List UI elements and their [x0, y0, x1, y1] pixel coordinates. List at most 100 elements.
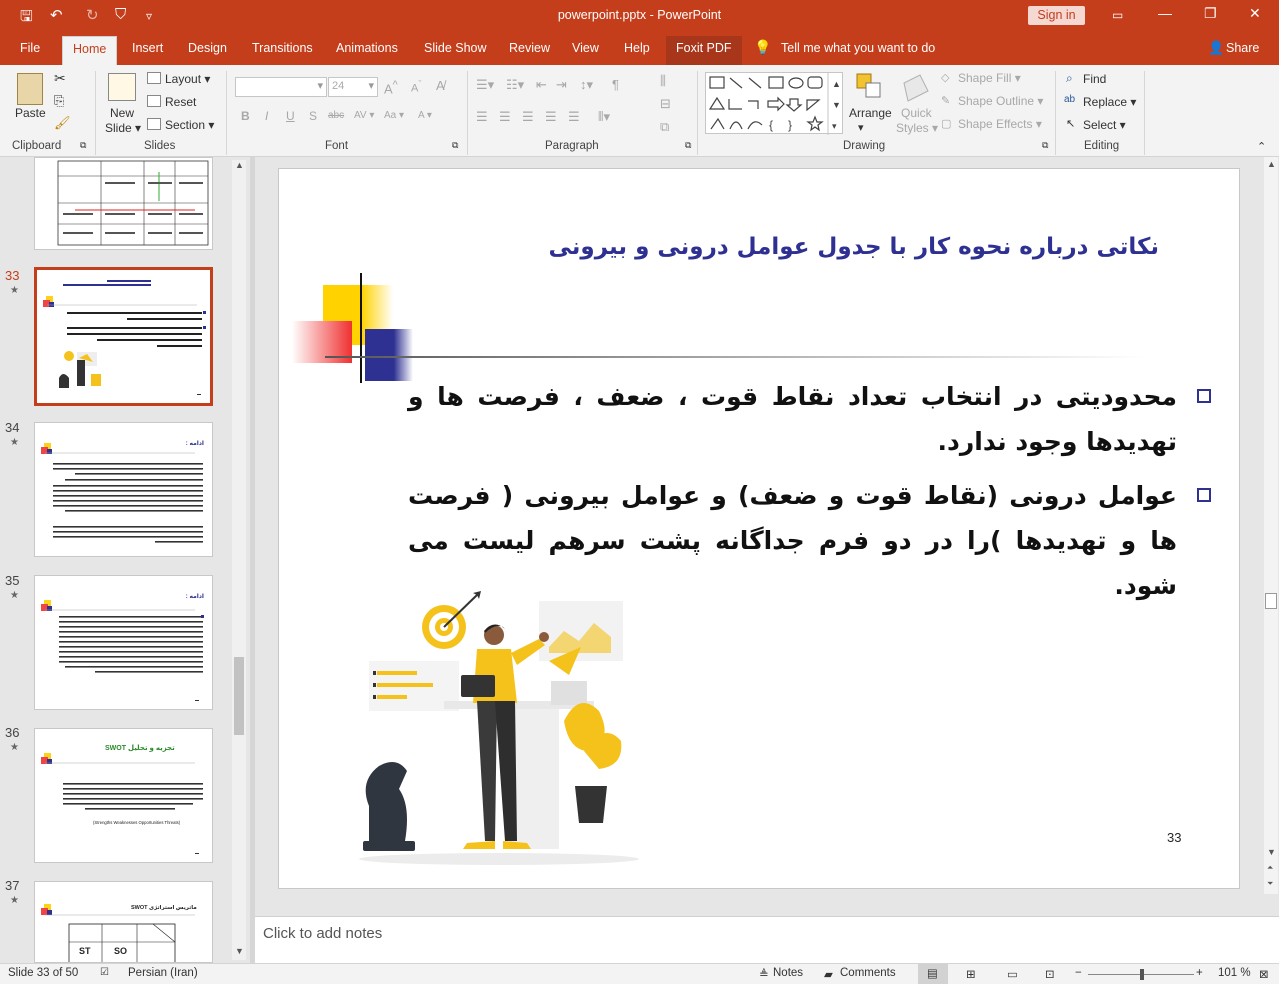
business-illustration[interactable] [349, 591, 649, 871]
comments-icon[interactable]: ▰ [824, 967, 833, 981]
scroll-thumb[interactable] [1265, 593, 1277, 609]
normal-view-button[interactable]: ▤ [918, 964, 948, 984]
zoom-level[interactable]: 101 % [1218, 967, 1251, 979]
layout-button[interactable]: Layout ▾ [165, 72, 210, 86]
language-indicator[interactable]: Persian (Iran) [128, 967, 198, 979]
paragraph-launcher-icon[interactable]: ⧉ [685, 140, 691, 151]
quick-styles-dropdown[interactable]: Styles ▾ [896, 121, 938, 135]
clipboard-launcher-icon[interactable]: ⧉ [80, 140, 86, 151]
comments-toggle[interactable]: Comments [840, 967, 896, 979]
reading-view-icon[interactable]: ▭ [1007, 967, 1018, 981]
align-left-icon[interactable]: ☰ [476, 109, 488, 125]
thumbnail-slide-33[interactable] [34, 267, 213, 406]
shape-effects-button[interactable]: Shape Effects ▾ [958, 117, 1042, 131]
thumbnail-slide-34[interactable]: ادامه : [34, 422, 213, 557]
share-button[interactable]: Share [1226, 41, 1259, 55]
rtl-icon[interactable]: ¶ [612, 77, 619, 92]
smartart-icon[interactable]: ⧉ [660, 119, 669, 135]
tab-foxit-pdf[interactable]: Foxit PDF [666, 36, 742, 65]
notes-toggle[interactable]: Notes [773, 967, 803, 979]
collapse-ribbon-icon[interactable]: ⌃ [1257, 140, 1266, 153]
minimize-button[interactable]: — [1158, 5, 1172, 21]
thumbnail-slide-37[interactable]: ماتریس استراتژی SWOT ST SO [34, 881, 213, 963]
grow-font-icon[interactable]: A^ [384, 79, 398, 96]
slide-sorter-icon[interactable]: ⊞ [966, 967, 976, 981]
drawing-launcher-icon[interactable]: ⧉ [1042, 140, 1048, 151]
change-case-button[interactable]: Aa ▾ [384, 110, 404, 121]
line-spacing-icon[interactable]: ↕▾ [580, 77, 593, 93]
scroll-up-icon[interactable]: ▲ [235, 160, 244, 170]
distributed-icon[interactable]: ☰ [568, 109, 580, 125]
font-color-button[interactable]: A ▾ [418, 110, 432, 121]
bullet-item-2[interactable]: عوامل درونی (نقاط قوت و ضعف) و عوامل بیر… [408, 473, 1211, 608]
restore-button[interactable]: ❐ [1204, 5, 1217, 22]
justify-icon[interactable]: ☰ [545, 109, 557, 125]
tab-slide-show[interactable]: Slide Show [424, 41, 487, 55]
tab-view[interactable]: View [572, 41, 599, 55]
tab-help[interactable]: Help [624, 41, 650, 55]
previous-slide-icon[interactable]: ⏶ [1267, 863, 1273, 873]
decrease-indent-icon[interactable]: ⇤ [536, 77, 547, 93]
quick-styles-button[interactable]: Quick [901, 106, 932, 120]
replace-button[interactable]: Replace ▾ [1083, 95, 1136, 109]
underline-button[interactable]: U [286, 109, 295, 123]
align-text-icon[interactable]: ⊟ [660, 96, 671, 112]
font-launcher-icon[interactable]: ⧉ [452, 140, 458, 151]
new-slide-button[interactable]: New [110, 106, 134, 120]
scroll-thumb[interactable] [234, 657, 244, 735]
sign-in-button[interactable]: Sign in [1028, 6, 1085, 25]
format-painter-icon[interactable]: 🖌 [54, 115, 71, 131]
strikethrough-button[interactable]: abc [328, 110, 344, 121]
reset-button[interactable]: Reset [165, 95, 196, 109]
shrink-font-icon[interactable]: Aˇ [411, 79, 421, 95]
notes-icon[interactable]: ≜ [759, 967, 769, 981]
paste-icon[interactable] [17, 73, 43, 105]
align-right-icon[interactable]: ☰ [522, 109, 534, 125]
thumbnail-slide-35[interactable]: ادامه : [34, 575, 213, 710]
tab-animations[interactable]: Animations [336, 41, 398, 55]
columns-icon[interactable]: ⫴▾ [598, 109, 610, 125]
spellcheck-icon[interactable]: ☑ [100, 967, 109, 978]
tab-insert[interactable]: Insert [132, 41, 163, 55]
scroll-down-icon[interactable]: ▼ [1267, 847, 1276, 857]
cut-icon[interactable]: ✂ [54, 70, 66, 87]
tell-me-input[interactable]: Tell me what you want to do [781, 41, 935, 55]
thumbnail-slide-32[interactable] [34, 157, 213, 250]
next-slide-icon[interactable]: ⏷ [1267, 879, 1273, 889]
shapes-gallery[interactable]: {} ▲ ▼ ▾ [705, 72, 843, 135]
thumbnail-scrollbar[interactable]: ▲ ▼ [232, 160, 246, 960]
zoom-out-button[interactable]: − [1075, 967, 1082, 979]
increase-indent-icon[interactable]: ⇥ [556, 77, 567, 93]
scroll-up-icon[interactable]: ▲ [1267, 159, 1276, 169]
numbering-icon[interactable]: ☷▾ [506, 77, 524, 93]
font-name-combo[interactable]: ▾ [235, 77, 327, 97]
copy-icon[interactable]: ⎘ [54, 93, 64, 109]
find-button[interactable]: Find [1083, 72, 1106, 86]
tab-transitions[interactable]: Transitions [252, 41, 313, 55]
tab-file[interactable]: File [20, 41, 40, 55]
clear-format-icon[interactable]: A̸ [436, 78, 445, 93]
zoom-in-button[interactable]: + [1196, 967, 1203, 979]
new-slide-dropdown[interactable]: Slide ▾ [105, 121, 141, 135]
shape-outline-button[interactable]: Shape Outline ▾ [958, 94, 1043, 108]
font-size-combo[interactable]: 24 ▾ [328, 77, 378, 97]
text-direction-icon[interactable]: ⫼ [660, 73, 666, 89]
bullets-icon[interactable]: ☰▾ [476, 77, 494, 93]
tab-review[interactable]: Review [509, 41, 550, 55]
slideshow-icon[interactable]: ⊡ [1045, 967, 1055, 981]
notes-placeholder[interactable]: Click to add notes [263, 925, 382, 942]
italic-button[interactable]: I [265, 109, 268, 123]
align-center-icon[interactable]: ☰ [499, 109, 511, 125]
notes-pane[interactable]: Click to add notes [255, 916, 1279, 963]
current-slide[interactable]: نکاتی درباره نحوه کار با جدول عوامل درون… [278, 168, 1240, 889]
tab-design[interactable]: Design [188, 41, 227, 55]
scroll-down-icon[interactable]: ▼ [235, 946, 244, 956]
new-slide-icon[interactable] [108, 73, 136, 101]
arrange-dropdown-icon[interactable]: ▾ [858, 121, 864, 134]
quick-styles-icon[interactable] [900, 73, 930, 103]
section-button[interactable]: Section ▾ [165, 118, 214, 132]
zoom-slider-handle[interactable] [1140, 969, 1144, 980]
fit-to-window-icon[interactable]: ⊠ [1259, 967, 1269, 981]
bullet-item-1[interactable]: محدودیتی در انتخاب تعداد نقاط قوت ، ضعف … [408, 374, 1211, 464]
close-button[interactable]: ✕ [1249, 5, 1261, 22]
